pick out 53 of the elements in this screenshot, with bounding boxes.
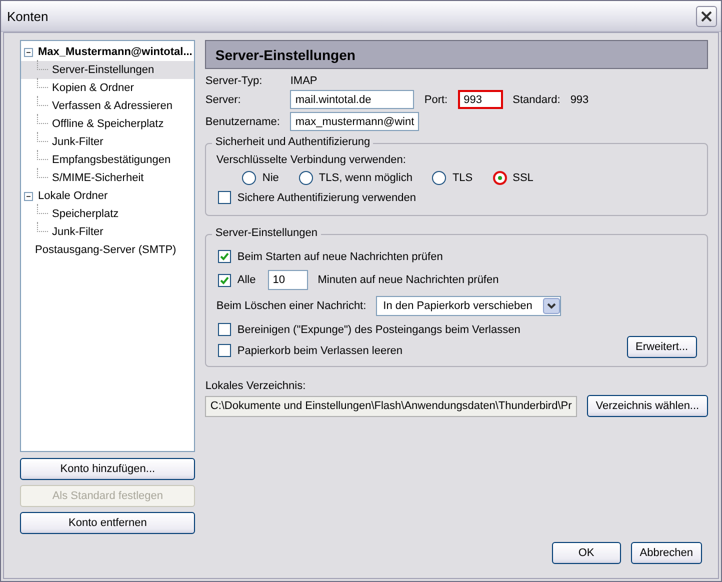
checkmark-icon [220,276,230,284]
field-label: Server-Typ: [205,75,264,87]
checkbox[interactable]: Bereinigen ("Expunge") des Posteingangs beim Verlassen [216,322,522,337]
tree-item[interactable]: Postausgang-Server (SMTP) [21,241,194,259]
group-title: Server-Einstellungen [212,227,320,239]
field-label: Lokales Verzeichnis: [205,380,307,392]
server-field[interactable]: mail.wintotal.de [290,90,414,109]
port-field[interactable]: 993 [458,90,503,109]
checkbox[interactable]: Papierkorb beim Verlassen leeren [216,343,522,358]
cancel-button[interactable]: Abbrechen [630,542,702,564]
checkmark-icon [220,252,230,261]
panel-header: Server-Einstellungen [205,40,708,69]
delete-action-dropdown[interactable]: In den Papierkorb verschieben [376,296,562,316]
tree-item[interactable]: Kopien & Ordner [50,81,136,95]
tree-item[interactable]: Lokale Ordner [21,187,194,205]
radio-button[interactable]: TLS [430,170,475,186]
account-button[interactable]: Konto hinzufügen... [20,458,196,480]
checkbox[interactable]: Sichere Authentifizierung verwenden [216,190,418,205]
window-title: Konten [7,8,48,24]
radio-button[interactable]: TLS, wenn möglich [296,170,414,186]
ok-button[interactable]: OK [552,542,621,564]
radio-button[interactable]: Nie [240,170,281,186]
tree-item[interactable]: Verfassen & Adressieren [50,99,174,113]
tree-item[interactable]: Offline & Speicherplatz [50,117,166,131]
directory-field[interactable]: C:\Dokumente und Einstellungen\Flash\Anwendungsdaten\Thunderbird\Pr [205,396,577,416]
tree-item[interactable]: S/MIME-Sicherheit [50,171,146,185]
tree-item[interactable]: Max_Mustermann@wintotal... [21,43,194,61]
standard-port-value: 993 [570,94,589,106]
field-label: Beim Löschen einer Nachricht: [216,300,366,312]
checkbox[interactable]: Alle [216,272,258,288]
group-title: Sicherheit und Authentifizierung [212,136,374,148]
collapse-icon[interactable] [24,48,33,56]
field-label: Benutzername: [205,116,281,128]
field-label: Standard: [512,94,560,106]
field-label: Server: [205,94,242,106]
account-button[interactable]: Konto entfernen [20,512,196,534]
close-icon [700,10,713,22]
field-label: Minuten auf neue Nachrichten prüfen [318,274,499,286]
tree-item[interactable]: Junk-Filter [50,135,106,149]
field-label: Verschlüsselte Verbindung verwenden: [216,154,407,166]
radio-button[interactable]: SSL [490,170,536,186]
tree-item[interactable]: Speicherplatz [50,207,121,221]
tree-item[interactable]: Junk-Filter [50,225,106,239]
collapse-icon[interactable] [24,192,33,200]
field-label: Port: [424,94,448,106]
minutes-field[interactable]: 10 [268,270,308,290]
checkbox[interactable]: Beim Starten auf neue Nachrichten prüfen [216,249,698,264]
server-type-value: IMAP [290,75,318,87]
username-field[interactable]: max_mustermann@wint [290,112,420,131]
choose-directory-button[interactable]: Verzeichnis wählen... [586,395,708,417]
close-button[interactable] [696,6,717,26]
tree-item[interactable]: Empfangsbestätigungen [50,153,173,167]
advanced-button[interactable]: Erweitert... [626,336,698,358]
